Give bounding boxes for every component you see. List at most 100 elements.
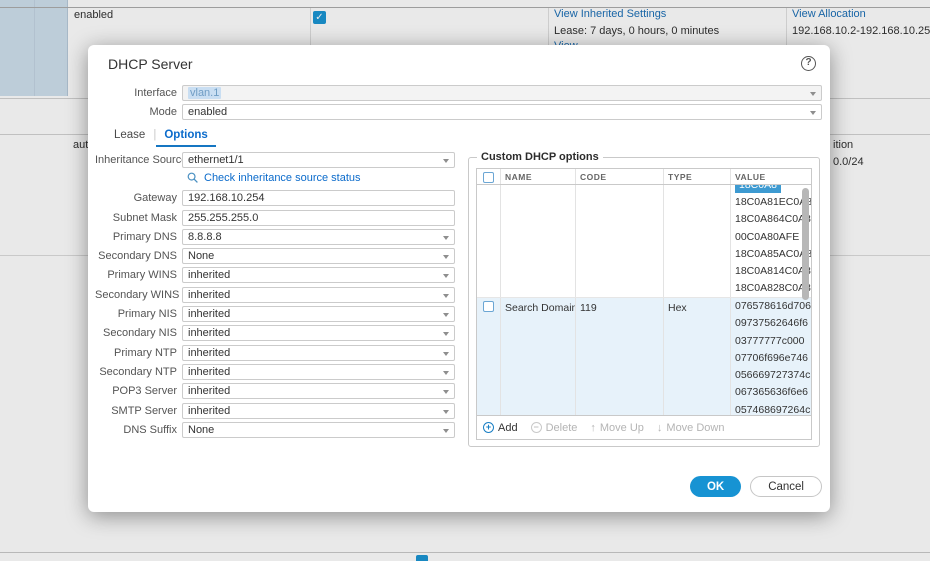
chevron-down-icon — [810, 92, 816, 96]
check-inheritance-link[interactable]: Check inheritance source status — [187, 171, 461, 185]
chevron-down-icon — [443, 410, 449, 414]
field-subnet-mask[interactable]: 255.255.255.0 — [182, 210, 455, 226]
arrow-up-icon: ↑ — [590, 422, 596, 434]
row-checkbox-cell[interactable] — [477, 298, 501, 415]
value-cell: 18C0A818C0A81EC0A818C0A864C0A800C0A80AFE… — [731, 185, 811, 297]
table-header: NAME CODE TYPE VALUE — [477, 169, 811, 185]
chevron-down-icon — [443, 255, 449, 259]
option-row-2[interactable]: Search Domains119Hex076578616d7060973756… — [477, 298, 811, 415]
chevron-down-icon — [443, 236, 449, 240]
value-item[interactable]: 18C0A81EC0A8 — [735, 194, 807, 211]
label-subnet-mask: Subnet Mask — [95, 212, 177, 224]
name-cell: Search Domains — [501, 298, 576, 415]
header-code: CODE — [576, 169, 664, 184]
value-item[interactable]: 056669727374c — [735, 367, 807, 384]
type-cell: Hex — [664, 298, 731, 415]
option-row-1[interactable]: 18C0A818C0A81EC0A818C0A864C0A800C0A80AFE… — [477, 185, 811, 298]
field-value: 255.255.255.0 — [188, 212, 258, 224]
field-primary-wins[interactable]: inherited — [182, 267, 455, 283]
scrollbar-thumb[interactable] — [802, 188, 809, 300]
form-row-smtp-server: SMTP Server inherited — [95, 403, 461, 419]
interface-row: Interface vlan.1 — [95, 85, 822, 101]
row-checkbox[interactable] — [483, 301, 494, 312]
options-form: Inheritance Source ethernet1/1 Check inh… — [95, 152, 461, 441]
field-dns-suffix[interactable]: None — [182, 422, 455, 438]
value-item[interactable]: 09737562646f6 — [735, 315, 807, 332]
inheritance-source-value: ethernet1/1 — [188, 154, 244, 166]
mode-label: Mode — [95, 106, 177, 118]
field-primary-dns[interactable]: 8.8.8.8 — [182, 229, 455, 245]
value-item[interactable]: 03777777c000 — [735, 333, 807, 350]
field-secondary-dns[interactable]: None — [182, 248, 455, 264]
inheritance-source-select[interactable]: ethernet1/1 — [182, 152, 455, 168]
tab-options[interactable]: Options — [156, 129, 215, 147]
table-scrollbar[interactable] — [802, 186, 809, 413]
form-row-gateway: Gateway 192.168.10.254 — [95, 190, 461, 206]
header-value: VALUE — [731, 169, 811, 184]
label-primary-wins: Primary WINS — [95, 269, 177, 281]
form-row-subnet-mask: Subnet Mask 255.255.255.0 — [95, 210, 461, 226]
form-row-secondary-wins: Secondary WINS inherited — [95, 287, 461, 303]
field-value: inherited — [188, 308, 230, 320]
help-icon[interactable]: ? — [801, 56, 816, 71]
tab-lease[interactable]: Lease — [106, 129, 153, 145]
label-smtp-server: SMTP Server — [95, 405, 177, 417]
interface-value: vlan.1 — [188, 87, 221, 99]
field-primary-ntp[interactable]: inherited — [182, 345, 455, 361]
screen: enabled ✓ View Inherited Settings Lease:… — [0, 0, 930, 561]
chevron-down-icon — [443, 390, 449, 394]
value-item[interactable]: 067365636f6e6 — [735, 384, 807, 401]
add-button[interactable]: + Add — [483, 422, 518, 434]
label-pop3-server: POP3 Server — [95, 385, 177, 397]
form-row-pop3-server: POP3 Server inherited — [95, 383, 461, 399]
cancel-button[interactable]: Cancel — [750, 476, 822, 497]
mode-select[interactable]: enabled — [182, 104, 822, 120]
form-row-primary-nis: Primary NISinherited — [95, 306, 461, 322]
value-item[interactable]: 18C0A85AC0A8 — [735, 246, 807, 263]
options-table: NAME CODE TYPE VALUE 18C0A818C0A81EC0A81… — [476, 168, 812, 440]
label-gateway: Gateway — [95, 192, 177, 204]
field-secondary-nis[interactable]: inherited — [182, 325, 455, 341]
field-value: inherited — [188, 289, 230, 301]
header-checkbox-cell[interactable] — [477, 169, 501, 184]
field-value: inherited — [188, 385, 230, 397]
field-secondary-ntp[interactable]: inherited — [182, 364, 455, 380]
chevron-down-icon — [443, 371, 449, 375]
table-toolbar: + Add − Delete ↑ Move Up ↓ Move Down — [477, 415, 811, 439]
chevron-down-icon — [443, 352, 449, 356]
field-secondary-wins[interactable]: inherited — [182, 287, 455, 303]
chevron-down-icon — [443, 274, 449, 278]
form-row-primary-wins: Primary WINS inherited — [95, 267, 461, 283]
field-gateway[interactable]: 192.168.10.254 — [182, 190, 455, 206]
field-smtp-server[interactable]: inherited — [182, 403, 455, 419]
field-pop3-server[interactable]: inherited — [182, 383, 455, 399]
plus-circle-icon: + — [483, 422, 494, 433]
value-item[interactable]: 18C0A814C0A8 — [735, 263, 807, 280]
value-item[interactable]: 18C0A828C0A8 — [735, 280, 807, 297]
move-up-button[interactable]: ↑ Move Up — [590, 422, 644, 434]
label-secondary-dns: Secondary DNS — [95, 250, 177, 262]
row-checkbox-cell[interactable] — [477, 185, 501, 297]
value-item[interactable]: 18C0A864C0A8 — [735, 211, 807, 228]
chevron-down-icon — [443, 159, 449, 163]
select-all-checkbox[interactable] — [483, 172, 494, 183]
label-secondary-wins: Secondary WINS — [95, 289, 177, 301]
partial-selected-value[interactable]: 18C0A8 — [735, 185, 807, 193]
chevron-down-icon — [443, 294, 449, 298]
value-item[interactable]: 076578616d706 — [735, 298, 807, 315]
form-row-secondary-ntp: Secondary NTPinherited — [95, 364, 461, 380]
interface-field: vlan.1 — [182, 85, 822, 101]
code-cell: 119 — [576, 298, 664, 415]
form-row-primary-ntp: Primary NTPinherited — [95, 345, 461, 361]
dialog-tabs: Lease | Options — [106, 129, 216, 147]
move-down-label: Move Down — [666, 422, 724, 434]
value-item[interactable]: 00C0A80AFE — [735, 229, 807, 246]
dhcp-form-rows: Gateway 192.168.10.254 Subnet Mask 255.255.… — [95, 190, 461, 438]
delete-button[interactable]: − Delete — [531, 422, 578, 434]
field-value: inherited — [188, 405, 230, 417]
field-primary-nis[interactable]: inherited — [182, 306, 455, 322]
value-item[interactable]: 057468697264c — [735, 402, 807, 415]
ok-button[interactable]: OK — [690, 476, 741, 497]
move-down-button[interactable]: ↓ Move Down — [657, 422, 725, 434]
value-item[interactable]: 07706f696e746 — [735, 350, 807, 367]
